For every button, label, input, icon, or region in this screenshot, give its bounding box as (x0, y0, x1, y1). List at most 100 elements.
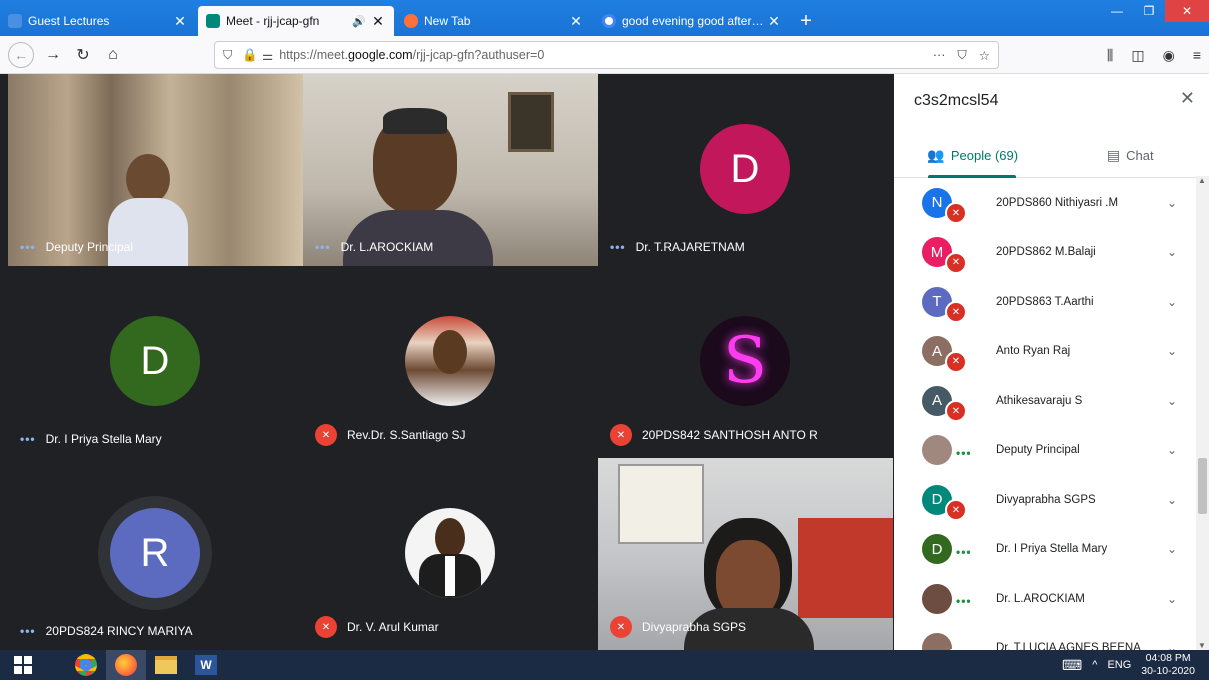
participant-tile-divyaprabha[interactable]: ✕ Divyaprabha SGPS (598, 458, 893, 650)
chevron-down-icon[interactable]: ⌄ (1167, 542, 1177, 556)
close-tab-icon[interactable]: ✕ (172, 13, 188, 30)
pocket-icon[interactable]: ⛉ (957, 48, 966, 63)
word-icon[interactable]: W (186, 650, 226, 680)
mic-off-icon: ✕ (315, 424, 337, 446)
chevron-down-icon[interactable]: ⌄ (1167, 245, 1177, 259)
chrome-icon[interactable] (66, 650, 106, 680)
speaking-indicator-icon: ••• (610, 240, 626, 254)
url-host: google.com (347, 48, 413, 62)
windows-start-icon[interactable] (0, 650, 46, 680)
language-indicator[interactable]: ENG (1107, 659, 1131, 671)
window-close-icon[interactable]: ✕ (1165, 0, 1209, 22)
home-icon[interactable]: ⌂ (98, 40, 128, 70)
participant-row[interactable]: ••• Deputy Principal ⌄ (894, 426, 1197, 476)
meeting-code: c3s2mcsl54 (914, 92, 999, 109)
participant-row[interactable]: M ✕ 20PDS862 M.Balaji ⌄ (894, 228, 1197, 278)
panel-scrollbar[interactable]: ▲ ▼ (1196, 176, 1209, 650)
participant-row[interactable]: D ✕ Divyaprabha SGPS ⌄ (894, 475, 1197, 525)
address-bar[interactable]: ⛉ 🔒 ⚌ https://meet. google.com/rjj-jcap-g… (214, 41, 999, 69)
participant-tile-arul-kumar[interactable]: ✕ Dr. V. Arul Kumar (303, 458, 598, 650)
participant-tile-arockiam[interactable]: ••• Dr. L.AROCKIAM (303, 74, 598, 266)
system-tray: ⌨ ^ ENG 04:08 PM 30-10-2020 (1062, 650, 1195, 680)
close-tab-icon[interactable]: ✕ (370, 13, 386, 30)
forward-arrow-icon[interactable]: → (38, 40, 68, 70)
participant-list: N ✕ 20PDS860 Nithiyasri .M ⌄ M ✕ 20PDS862 M.Ba… (894, 178, 1197, 650)
chevron-down-icon[interactable]: ⌄ (1167, 443, 1177, 457)
bookmark-star-icon[interactable]: ☆ (979, 48, 990, 63)
tab-meet[interactable]: Meet - rjj-jcap-gfn 🔊 ✕ (198, 6, 394, 36)
participant-name: Athikesavaraju S (996, 394, 1083, 407)
participant-name: Dr. I Priya Stella Mary (45, 432, 162, 446)
speaking-indicator-icon: ••• (20, 432, 36, 446)
tab-new-tab[interactable]: New Tab ✕ (396, 6, 592, 36)
participant-photo: S (700, 316, 790, 406)
participant-tile-santiago[interactable]: ✕ Rev.Dr. S.Santiago SJ (303, 266, 598, 458)
participant-name: 20PDS863 T.Aarthi (996, 295, 1094, 308)
more-actions-icon[interactable]: ··· (933, 48, 946, 63)
participant-row[interactable]: D ••• Dr. I Priya Stella Mary ⌄ (894, 525, 1197, 575)
scrollbar-thumb[interactable] (1198, 458, 1207, 514)
participant-name: 20PDS862 M.Balaji (996, 246, 1096, 259)
back-arrow-icon[interactable]: ← (8, 41, 34, 68)
lock-icon: 🔒 (242, 47, 258, 62)
participant-row[interactable]: A ✕ Anto Ryan Raj ⌄ (894, 327, 1197, 377)
speaking-indicator-icon: ••• (956, 544, 972, 559)
mic-off-icon: ✕ (945, 400, 967, 422)
chevron-down-icon[interactable]: ⌄ (1167, 344, 1177, 358)
participant-row[interactable]: ✕Dr. T.LUCIA AGNES BEENA⌄ (894, 624, 1197, 650)
panel-tabs: 👥 People (69) ▤ Chat (894, 134, 1209, 178)
reload-icon[interactable]: ↻ (68, 40, 98, 70)
mic-off-icon: ✕ (315, 616, 337, 638)
participant-name: Divyaprabha SGPS (996, 493, 1096, 506)
permissions-icon: ⚌ (261, 48, 274, 63)
url-prefix: https://meet. (279, 48, 348, 62)
participant-row[interactable]: N ✕ 20PDS860 Nithiyasri .M ⌄ (894, 178, 1197, 228)
participant-tile-priya[interactable]: D ••• Dr. I Priya Stella Mary (8, 266, 303, 458)
participant-tile-rincy[interactable]: R ••• 20PDS824 RINCY MARIYA (8, 458, 303, 650)
participant-row[interactable]: T ✕ 20PDS863 T.Aarthi ⌄ (894, 277, 1197, 327)
windows-taskbar: W ⌨ ^ ENG 04:08 PM 30-10-2020 (0, 650, 1209, 680)
speaking-indicator-icon: ••• (956, 594, 972, 608)
close-panel-icon[interactable]: ✕ (1180, 88, 1195, 109)
participant-row[interactable]: ••• Dr. L.AROCKIAM ⌄ (894, 574, 1197, 624)
tab-people[interactable]: 👥 People (69) (894, 134, 1052, 178)
google-favicon-icon (602, 14, 616, 28)
scroll-up-icon[interactable]: ▲ (1198, 176, 1206, 185)
chevron-down-icon[interactable]: ⌄ (1167, 592, 1177, 606)
close-tab-icon[interactable]: ✕ (568, 13, 584, 30)
scroll-down-icon[interactable]: ▼ (1198, 641, 1206, 650)
chevron-down-icon[interactable]: ⌄ (1167, 493, 1177, 507)
chevron-down-icon[interactable]: ⌄ (1167, 196, 1177, 210)
speaker-icon[interactable]: 🔊 (352, 15, 366, 28)
firefox-icon[interactable] (106, 650, 146, 680)
tab-google-search[interactable]: good evening good afternoon ✕ (594, 6, 790, 36)
tab-chat[interactable]: ▤ Chat (1052, 134, 1209, 177)
maximize-icon[interactable]: ❐ (1133, 0, 1165, 22)
meet-favicon-icon (206, 14, 220, 28)
participant-name: 20PDS842 SANTHOSH ANTO R (642, 428, 818, 442)
close-tab-icon[interactable]: ✕ (766, 13, 782, 30)
keyboard-icon[interactable]: ⌨ (1062, 657, 1082, 674)
participant-avatar: D (922, 534, 952, 565)
browser-toolbar: ← → ↻ ⌂ ⛉ 🔒 ⚌ https://meet. google.com/rj… (0, 36, 1209, 74)
account-icon[interactable]: ◉ (1163, 47, 1175, 64)
minimize-icon[interactable]: — (1101, 0, 1133, 22)
participant-row[interactable]: A ✕ Athikesavaraju S ⌄ (894, 376, 1197, 426)
new-tab-button[interactable]: + (792, 6, 820, 36)
sidebar-icon[interactable]: ◫ (1131, 47, 1144, 64)
people-panel: c3s2mcsl54 ✕ 👥 People (69) ▤ Chat N ✕ 20PD… (894, 74, 1209, 650)
chevron-down-icon[interactable]: ⌄ (1167, 295, 1177, 309)
menu-icon[interactable]: ≡ (1193, 47, 1201, 63)
participant-tile-santhosh[interactable]: S ✕ 20PDS842 SANTHOSH ANTO R (598, 266, 893, 458)
participant-tile-rajaretnam[interactable]: D ••• Dr. T.RAJARETNAM (598, 74, 893, 266)
tray-expand-icon[interactable]: ^ (1092, 659, 1097, 671)
library-icon[interactable]: ⫼ (1107, 47, 1113, 64)
tab-guest-lectures[interactable]: Guest Lectures ✕ (0, 6, 196, 36)
mic-off-icon: ✕ (610, 616, 632, 638)
chevron-down-icon[interactable]: ⌄ (1167, 394, 1177, 408)
clock[interactable]: 04:08 PM 30-10-2020 (1141, 652, 1195, 678)
participant-name: 20PDS824 RINCY MARIYA (45, 624, 193, 638)
file-explorer-icon[interactable] (146, 650, 186, 680)
participant-tile-deputy-principal[interactable]: ••• Deputy Principal (8, 74, 303, 266)
chevron-down-icon[interactable]: ⌄ (1167, 641, 1177, 650)
